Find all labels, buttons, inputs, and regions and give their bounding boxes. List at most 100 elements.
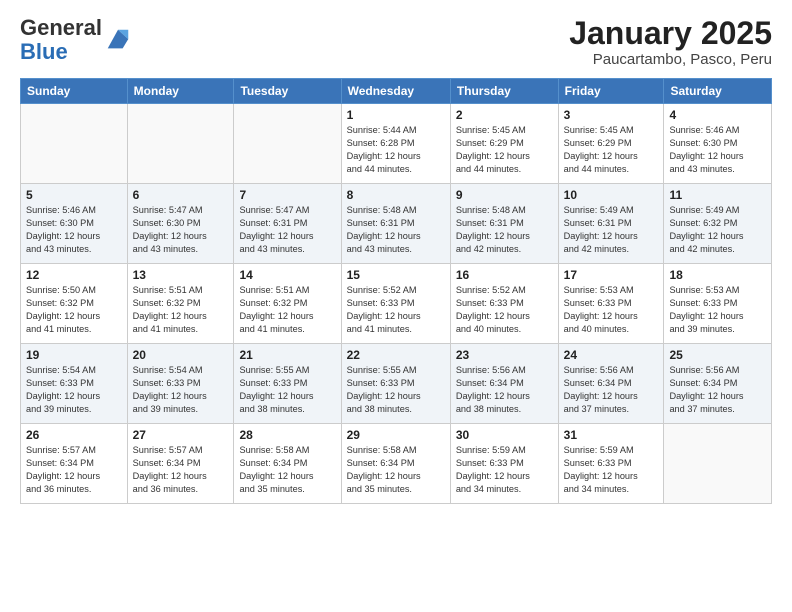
day-number: 6 bbox=[133, 188, 229, 202]
logo: General Blue bbox=[20, 16, 132, 64]
table-row: 10 Sunrise: 5:49 AM Sunset: 6:31 PM Dayli… bbox=[558, 184, 664, 264]
table-row: 25 Sunrise: 5:56 AM Sunset: 6:34 PM Dayli… bbox=[664, 344, 772, 424]
logo-general: General bbox=[20, 15, 102, 40]
day-number: 25 bbox=[669, 348, 766, 362]
table-row bbox=[127, 104, 234, 184]
table-row bbox=[664, 424, 772, 504]
day-info: Sunrise: 5:45 AM Sunset: 6:29 PM Dayligh… bbox=[456, 124, 553, 176]
day-info: Sunrise: 5:56 AM Sunset: 6:34 PM Dayligh… bbox=[669, 364, 766, 416]
table-row: 27Sunrise: 5:57 AM Sunset: 6:34 PM Dayli… bbox=[127, 424, 234, 504]
day-info: Sunrise: 5:59 AM Sunset: 6:33 PM Dayligh… bbox=[564, 444, 659, 496]
table-row: 26Sunrise: 5:57 AM Sunset: 6:34 PM Dayli… bbox=[21, 424, 128, 504]
day-info: Sunrise: 5:58 AM Sunset: 6:34 PM Dayligh… bbox=[239, 444, 335, 496]
day-info: Sunrise: 5:49 AM Sunset: 6:31 PM Dayligh… bbox=[564, 204, 659, 256]
table-row bbox=[21, 104, 128, 184]
calendar-week-row: 1Sunrise: 5:44 AM Sunset: 6:28 PM Daylig… bbox=[21, 104, 772, 184]
table-row: 20 Sunrise: 5:54 AM Sunset: 6:33 PM Dayli… bbox=[127, 344, 234, 424]
table-row: 24 Sunrise: 5:56 AM Sunset: 6:34 PM Dayli… bbox=[558, 344, 664, 424]
day-number: 29 bbox=[347, 428, 445, 442]
page: General Blue January 2025 Paucartambo, P… bbox=[0, 0, 792, 514]
table-row: 7 Sunrise: 5:47 AM Sunset: 6:31 PM Daylig… bbox=[234, 184, 341, 264]
day-number: 17 bbox=[564, 268, 659, 282]
day-info: Sunrise: 5:53 AM Sunset: 6:33 PM Dayligh… bbox=[564, 284, 659, 336]
day-number: 11 bbox=[669, 188, 766, 202]
day-info: Sunrise: 5:52 AM Sunset: 6:33 PM Dayligh… bbox=[347, 284, 445, 336]
day-number: 20 bbox=[133, 348, 229, 362]
table-row: 29 Sunrise: 5:58 AM Sunset: 6:34 PM Dayli… bbox=[341, 424, 450, 504]
day-number: 30 bbox=[456, 428, 553, 442]
day-info: Sunrise: 5:50 AM Sunset: 6:32 PM Dayligh… bbox=[26, 284, 122, 336]
table-row: 5Sunrise: 5:46 AM Sunset: 6:30 PM Daylig… bbox=[21, 184, 128, 264]
day-info: Sunrise: 5:49 AM Sunset: 6:32 PM Dayligh… bbox=[669, 204, 766, 256]
calendar-title: January 2025 bbox=[569, 16, 772, 51]
table-row: 13 Sunrise: 5:51 AM Sunset: 6:32 PM Dayli… bbox=[127, 264, 234, 344]
day-number: 10 bbox=[564, 188, 659, 202]
day-number: 13 bbox=[133, 268, 229, 282]
table-row: 15 Sunrise: 5:52 AM Sunset: 6:33 PM Dayli… bbox=[341, 264, 450, 344]
day-number: 18 bbox=[669, 268, 766, 282]
day-info: Sunrise: 5:52 AM Sunset: 6:33 PM Dayligh… bbox=[456, 284, 553, 336]
day-info: Sunrise: 5:59 AM Sunset: 6:33 PM Dayligh… bbox=[456, 444, 553, 496]
calendar-subtitle: Paucartambo, Pasco, Peru bbox=[569, 51, 772, 68]
logo-blue: Blue bbox=[20, 39, 68, 64]
calendar-table: Sunday Monday Tuesday Wednesday Thursday… bbox=[20, 78, 772, 504]
table-row bbox=[234, 104, 341, 184]
table-row: 18Sunrise: 5:53 AM Sunset: 6:33 PM Dayli… bbox=[664, 264, 772, 344]
day-number: 16 bbox=[456, 268, 553, 282]
day-number: 15 bbox=[347, 268, 445, 282]
header-monday: Monday bbox=[127, 79, 234, 104]
table-row: 28 Sunrise: 5:58 AM Sunset: 6:34 PM Dayli… bbox=[234, 424, 341, 504]
table-row: 17 Sunrise: 5:53 AM Sunset: 6:33 PM Dayli… bbox=[558, 264, 664, 344]
day-info: Sunrise: 5:51 AM Sunset: 6:32 PM Dayligh… bbox=[239, 284, 335, 336]
table-row: 9Sunrise: 5:48 AM Sunset: 6:31 PM Daylig… bbox=[450, 184, 558, 264]
table-row: 12Sunrise: 5:50 AM Sunset: 6:32 PM Dayli… bbox=[21, 264, 128, 344]
day-info: Sunrise: 5:45 AM Sunset: 6:29 PM Dayligh… bbox=[564, 124, 659, 176]
day-info: Sunrise: 5:56 AM Sunset: 6:34 PM Dayligh… bbox=[456, 364, 553, 416]
header-sunday: Sunday bbox=[21, 79, 128, 104]
calendar-week-row: 12Sunrise: 5:50 AM Sunset: 6:32 PM Dayli… bbox=[21, 264, 772, 344]
day-info: Sunrise: 5:54 AM Sunset: 6:33 PM Dayligh… bbox=[26, 364, 122, 416]
day-number: 22 bbox=[347, 348, 445, 362]
day-info: Sunrise: 5:55 AM Sunset: 6:33 PM Dayligh… bbox=[347, 364, 445, 416]
day-info: Sunrise: 5:57 AM Sunset: 6:34 PM Dayligh… bbox=[133, 444, 229, 496]
day-number: 1 bbox=[347, 108, 445, 122]
table-row: 23Sunrise: 5:56 AM Sunset: 6:34 PM Dayli… bbox=[450, 344, 558, 424]
day-number: 14 bbox=[239, 268, 335, 282]
day-number: 28 bbox=[239, 428, 335, 442]
table-row: 3 Sunrise: 5:45 AM Sunset: 6:29 PM Daylig… bbox=[558, 104, 664, 184]
day-info: Sunrise: 5:55 AM Sunset: 6:33 PM Dayligh… bbox=[239, 364, 335, 416]
day-info: Sunrise: 5:56 AM Sunset: 6:34 PM Dayligh… bbox=[564, 364, 659, 416]
day-number: 2 bbox=[456, 108, 553, 122]
day-number: 24 bbox=[564, 348, 659, 362]
table-row: 31Sunrise: 5:59 AM Sunset: 6:33 PM Dayli… bbox=[558, 424, 664, 504]
header-saturday: Saturday bbox=[664, 79, 772, 104]
table-row: 16 Sunrise: 5:52 AM Sunset: 6:33 PM Dayli… bbox=[450, 264, 558, 344]
table-row: 22 Sunrise: 5:55 AM Sunset: 6:33 PM Dayli… bbox=[341, 344, 450, 424]
table-row: 2 Sunrise: 5:45 AM Sunset: 6:29 PM Daylig… bbox=[450, 104, 558, 184]
day-number: 26 bbox=[26, 428, 122, 442]
day-info: Sunrise: 5:46 AM Sunset: 6:30 PM Dayligh… bbox=[669, 124, 766, 176]
logo-icon bbox=[104, 26, 132, 54]
day-info: Sunrise: 5:51 AM Sunset: 6:32 PM Dayligh… bbox=[133, 284, 229, 336]
table-row: 21Sunrise: 5:55 AM Sunset: 6:33 PM Dayli… bbox=[234, 344, 341, 424]
calendar-week-row: 26 Sunrise: 5:57 AM Sunset: 6:34 PM Dayli… bbox=[21, 424, 772, 504]
day-info: Sunrise: 5:58 AM Sunset: 6:34 PM Dayligh… bbox=[347, 444, 445, 496]
header-friday: Friday bbox=[558, 79, 664, 104]
calendar-week-row: 19 Sunrise: 5:54 AM Sunset: 6:33 PM Dayli… bbox=[21, 344, 772, 424]
table-row: 6Sunrise: 5:47 AM Sunset: 6:30 PM Daylig… bbox=[127, 184, 234, 264]
day-info: Sunrise: 5:54 AM Sunset: 6:33 PM Dayligh… bbox=[133, 364, 229, 416]
day-info: Sunrise: 5:48 AM Sunset: 6:31 PM Dayligh… bbox=[347, 204, 445, 256]
table-row: 19 Sunrise: 5:54 AM Sunset: 6:33 PM Dayli… bbox=[21, 344, 128, 424]
day-number: 3 bbox=[564, 108, 659, 122]
day-info: Sunrise: 5:46 AM Sunset: 6:30 PM Dayligh… bbox=[26, 204, 122, 256]
table-row: 30 Sunrise: 5:59 AM Sunset: 6:33 PM Dayli… bbox=[450, 424, 558, 504]
day-number: 19 bbox=[26, 348, 122, 362]
table-row: 8Sunrise: 5:48 AM Sunset: 6:31 PM Daylig… bbox=[341, 184, 450, 264]
header-tuesday: Tuesday bbox=[234, 79, 341, 104]
calendar-week-row: 5Sunrise: 5:46 AM Sunset: 6:30 PM Daylig… bbox=[21, 184, 772, 264]
table-row: 1Sunrise: 5:44 AM Sunset: 6:28 PM Daylig… bbox=[341, 104, 450, 184]
title-block: January 2025 Paucartambo, Pasco, Peru bbox=[569, 16, 772, 68]
day-number: 7 bbox=[239, 188, 335, 202]
table-row: 4Sunrise: 5:46 AM Sunset: 6:30 PM Daylig… bbox=[664, 104, 772, 184]
day-info: Sunrise: 5:47 AM Sunset: 6:31 PM Dayligh… bbox=[239, 204, 335, 256]
